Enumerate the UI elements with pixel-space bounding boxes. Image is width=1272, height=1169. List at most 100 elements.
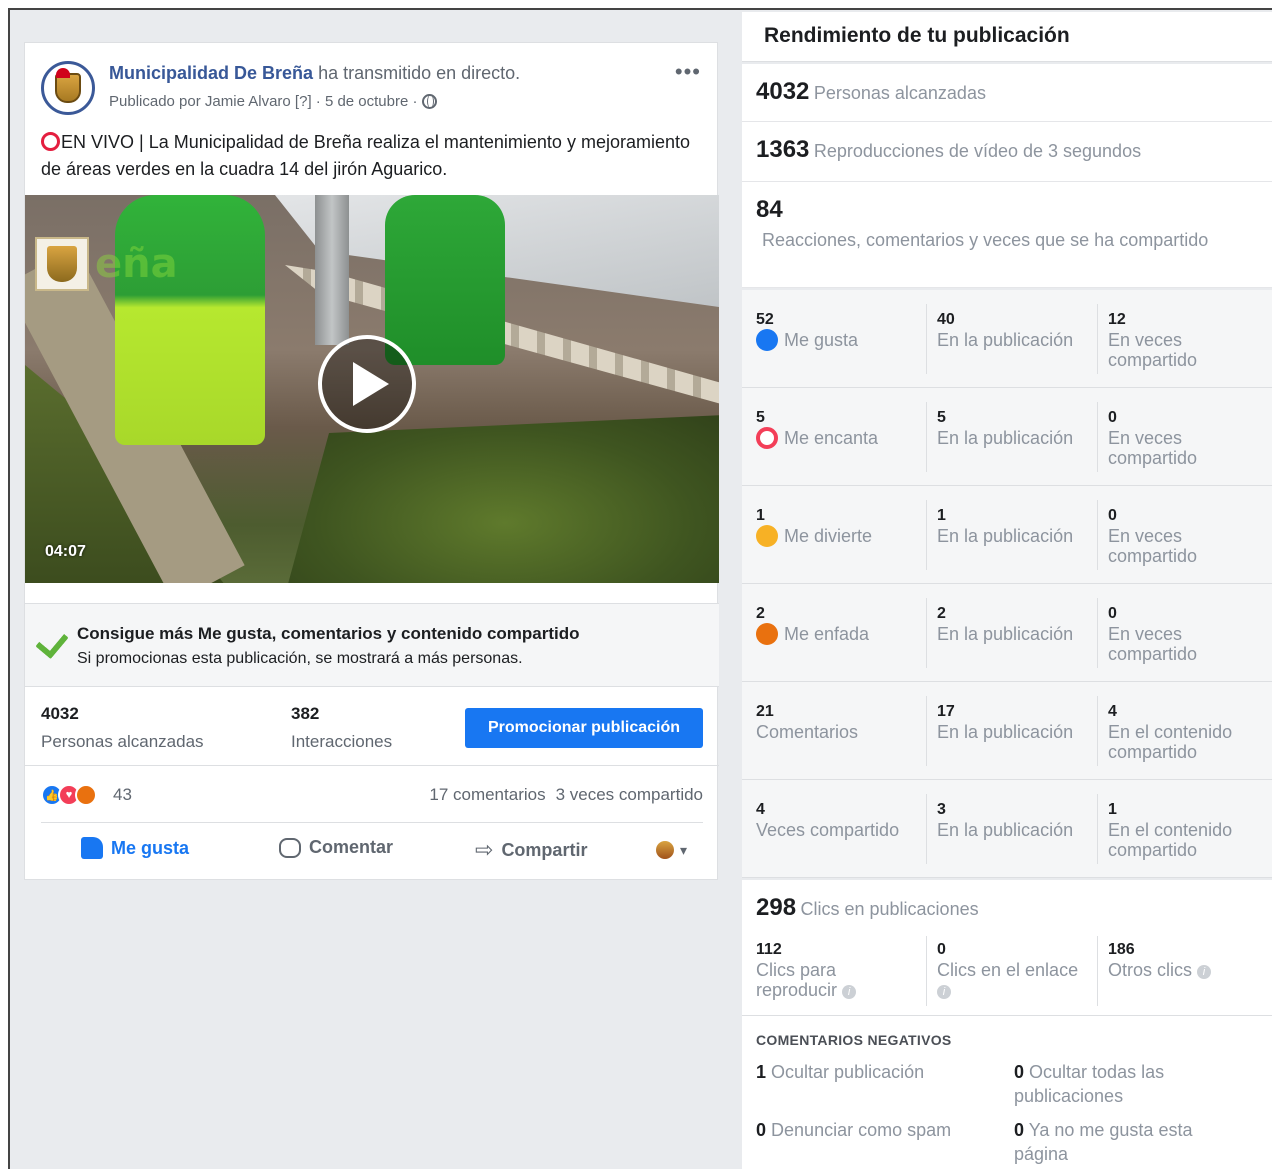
comment-button[interactable]: Comentar: [279, 837, 393, 858]
video-scene-worker: [385, 195, 505, 365]
santa-hat-icon: [56, 68, 70, 78]
row-total: 4 Veces compartido: [756, 800, 916, 840]
column-divider: [926, 598, 927, 668]
play-clicks-value: 112: [756, 941, 782, 958]
row-shared-value: 0: [1108, 409, 1117, 426]
info-icon[interactable]: i: [842, 985, 857, 999]
row-shared-label: En el contenido compartido: [1108, 722, 1233, 762]
angry-reaction-icon: [756, 623, 778, 645]
performance-panel: 4032 Personas alcanzadas 1363 Reproducci…: [742, 64, 1272, 1169]
column-divider: [926, 402, 927, 472]
like-button[interactable]: Me gusta: [81, 837, 189, 859]
row-shared-label: En el contenido compartido: [1108, 820, 1233, 860]
engagement-metric: 84 Reacciones, comentarios y veces que s…: [742, 182, 1272, 288]
reaction-icons[interactable]: 👍 ♥: [41, 784, 97, 806]
live-circle-icon: [41, 132, 60, 151]
clicks-label: Clics en publicaciones: [800, 899, 979, 919]
row-type-label: Me encanta: [784, 428, 879, 448]
spam-label: Denunciar como spam: [771, 1120, 952, 1140]
post-stats: 4032 Personas alcanzadas 382 Interaccion…: [25, 688, 719, 766]
like-button-label: Me gusta: [111, 837, 190, 858]
unlike-value: 0: [1014, 1120, 1025, 1140]
unlike-label: Ya no me gusta esta página: [1014, 1120, 1193, 1164]
row-total: 5 Me encanta: [756, 408, 916, 449]
page-mini-avatar: [655, 841, 674, 859]
haha-reaction-icon: [756, 525, 778, 547]
row-shared: 0 En veces compartido: [1108, 506, 1263, 566]
engagement-metric-value: 84: [756, 196, 783, 223]
row-type-label: Veces compartido: [756, 820, 900, 840]
row-on-post-label: En la publicación: [937, 820, 1074, 840]
other-clicks: 186 Otros clics i: [1108, 940, 1263, 980]
negative-feedback-title: COMENTARIOS NEGATIVOS: [756, 1032, 952, 1048]
row-on-post: 17 En la publicación: [937, 702, 1097, 742]
love-reaction-icon: [756, 427, 778, 449]
info-icon[interactable]: i: [937, 985, 951, 999]
info-icon[interactable]: i: [1197, 965, 1212, 979]
promotion-subtitle: Si promocionas esta publicación, se most…: [77, 650, 523, 667]
post-message: EN VIVO | La Municipalidad de Breña real…: [41, 129, 691, 183]
comments-count-link[interactable]: 17 comentarios: [429, 785, 545, 804]
checkmark-icon: [39, 622, 65, 648]
row-total: 21 Comentarios: [756, 702, 916, 742]
row-total-value: 4: [756, 801, 765, 818]
promote-post-button[interactable]: Promocionar publicación: [465, 708, 703, 748]
more-dots-icon[interactable]: •••: [675, 59, 701, 85]
shares-count-link[interactable]: 3 veces compartido: [556, 785, 703, 804]
reach-metric-label: Personas alcanzadas: [813, 83, 986, 103]
reach-label: Personas alcanzadas: [41, 732, 204, 751]
spam-stat: 0 Denunciar como spam: [756, 1118, 951, 1142]
other-clicks-value: 186: [1108, 941, 1135, 958]
hide-post-stat: 1 Ocultar publicación: [756, 1060, 924, 1084]
row-total-value: 1: [756, 507, 765, 524]
column-divider: [926, 936, 927, 1006]
row-total-value: 21: [756, 703, 774, 720]
page-name-link[interactable]: Municipalidad De Breña: [109, 63, 313, 83]
post-author-line: Municipalidad De Breña ha transmitido en…: [109, 63, 520, 84]
video-player[interactable]: eña 04:07: [25, 195, 719, 583]
play-button[interactable]: [318, 335, 416, 433]
row-on-post-label: En la publicación: [937, 330, 1074, 350]
hide-all-value: 0: [1014, 1062, 1025, 1082]
panel-header: Rendimiento de tu publicación: [742, 12, 1272, 62]
row-on-post-value: 40: [937, 311, 955, 328]
reaction-summary: 👍 ♥ 43 17 comentarios 3 veces compartido: [41, 767, 703, 823]
thumbs-up-icon: [81, 837, 103, 859]
reaction-breakdown: 52 Me gusta 40 En la publicación 12 En veces …: [742, 290, 1272, 878]
row-shared: 12 En veces compartido: [1108, 310, 1263, 370]
reaction-count[interactable]: 43: [113, 785, 132, 805]
angry-reaction-icon: [75, 784, 97, 806]
row-on-post-value: 3: [937, 801, 946, 818]
hide-all-label: Ocultar todas las publicaciones: [1014, 1062, 1165, 1106]
published-by-text[interactable]: Publicado por Jamie Alvaro [?] · 5 de oc…: [109, 93, 418, 110]
row-on-post-value: 17: [937, 703, 955, 720]
comment-button-label: Comentar: [309, 837, 394, 857]
globe-icon: [421, 94, 437, 109]
row-shared: 0 En veces compartido: [1108, 408, 1263, 468]
row-type-label: Me divierte: [784, 526, 873, 546]
row-shared-label: En veces compartido: [1108, 330, 1198, 370]
row-on-post: 3 En la publicación: [937, 800, 1097, 840]
account-switcher[interactable]: ▾: [655, 841, 687, 859]
row-on-post-label: En la publicación: [937, 526, 1074, 546]
hide-post-label: Ocultar publicación: [771, 1062, 925, 1082]
views-metric: 1363 Reproducciones de vídeo de 3 segund…: [742, 122, 1272, 182]
reaction-breakdown-row: 4 Veces compartido 3 En la publicación 1 En e…: [742, 780, 1272, 878]
share-button[interactable]: ⇨ Compartir: [475, 837, 587, 863]
column-divider: [1097, 402, 1098, 472]
views-metric-value: 1363: [756, 136, 810, 163]
page-avatar[interactable]: [41, 61, 95, 115]
interactions-stat: 382 Interacciones: [291, 704, 392, 752]
interactions-label: Interacciones: [291, 732, 393, 751]
post-action-text: ha transmitido en directo.: [318, 63, 521, 83]
row-shared-value: 0: [1108, 507, 1117, 524]
column-divider: [926, 696, 927, 766]
row-total: 1 Me divierte: [756, 506, 916, 547]
row-on-post: 1 En la publicación: [937, 506, 1097, 546]
promotion-tip: Consigue más Me gusta, comentarios y con…: [25, 603, 719, 687]
clicks-value: 298: [756, 894, 797, 921]
views-metric-label: Reproducciones de vídeo de 3 segundos: [813, 141, 1142, 161]
video-watermark-text: eña: [95, 241, 178, 287]
link-clicks: 0 Clics en el enlace i: [937, 940, 1097, 1000]
column-divider: [1097, 598, 1098, 668]
